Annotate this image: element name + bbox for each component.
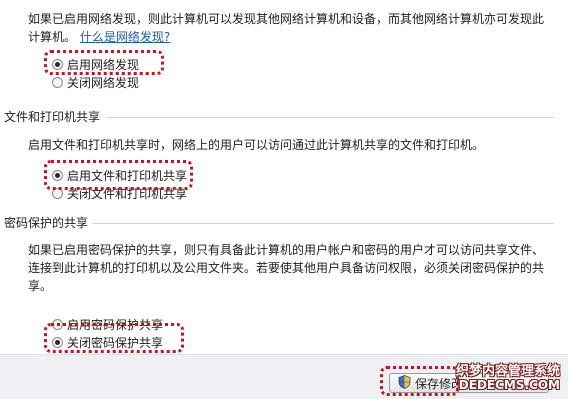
watermark-line2: DEDECMS.COM	[458, 378, 560, 392]
radio-selected-dot	[55, 172, 60, 178]
radio-button[interactable]	[52, 58, 63, 70]
section-title-password-sharing: 密码保护的共享	[4, 216, 89, 230]
radio-label: 启用密码保护共享	[67, 317, 164, 332]
radio-label: 关闭文件和打印机共享	[67, 186, 188, 201]
file-printer-sharing-description: 启用文件和打印机共享时，网络上的用户可以访问通过此计算机共享的文件和打印机。	[28, 138, 485, 152]
section-title-file-printer-sharing: 文件和打印机共享	[4, 110, 101, 124]
radio-disable-password-sharing[interactable]: 关闭密码保护共享	[52, 334, 163, 350]
password-sharing-description: 如果已启用密码保护的共享，则只有具备此计算机的用户帐户和密码的用户才可以访问共享…	[28, 241, 564, 295]
radio-button[interactable]	[52, 336, 63, 348]
radio-button[interactable]	[52, 169, 63, 181]
radio-enable-network-discovery[interactable]: 启用网络发现	[52, 56, 139, 72]
section-divider	[106, 117, 554, 118]
radio-label: 关闭网络发现	[67, 75, 140, 90]
radio-disable-file-printer-sharing[interactable]: 关闭文件和打印机共享	[52, 185, 187, 201]
radio-label: 启用文件和打印机共享	[67, 168, 188, 183]
help-link-network-discovery[interactable]: 什么是网络发现?	[80, 30, 170, 44]
watermark-line1: 织梦内容管理系统	[455, 364, 560, 379]
radio-button[interactable]	[52, 318, 63, 330]
radio-disable-network-discovery[interactable]: 关闭网络发现	[52, 74, 139, 90]
password-sharing-description-line3: 享。	[28, 279, 53, 293]
network-discovery-description-line2: 计算机。	[28, 30, 77, 44]
radio-button[interactable]	[52, 187, 63, 199]
network-discovery-description-line1: 如果已启用网络发现，则此计算机可以发现其他网络计算机和设备，而其他网络计算机亦可…	[28, 12, 545, 26]
radio-button[interactable]	[52, 76, 63, 88]
radio-enable-password-sharing[interactable]: 启用密码保护共享	[52, 316, 163, 332]
radio-label: 启用网络发现	[67, 57, 140, 72]
network-discovery-description: 如果已启用网络发现，则此计算机可以发现其他网络计算机和设备，而其他网络计算机亦可…	[28, 10, 558, 46]
radio-label: 关闭密码保护共享	[67, 335, 164, 350]
radio-selected-dot	[55, 61, 60, 67]
radio-selected-dot	[55, 339, 60, 345]
radio-enable-file-printer-sharing[interactable]: 启用文件和打印机共享	[52, 167, 187, 183]
uac-shield-icon	[398, 374, 411, 392]
password-sharing-description-line2: 连接到此计算机的打印机以及公用文件夹。若要使其他用户具备访问权限，必须关闭密码保…	[28, 261, 545, 275]
section-divider	[92, 223, 554, 224]
password-sharing-description-line1: 如果已启用密码保护的共享，则只有具备此计算机的用户帐户和密码的用户才可以访问共享…	[28, 243, 545, 257]
